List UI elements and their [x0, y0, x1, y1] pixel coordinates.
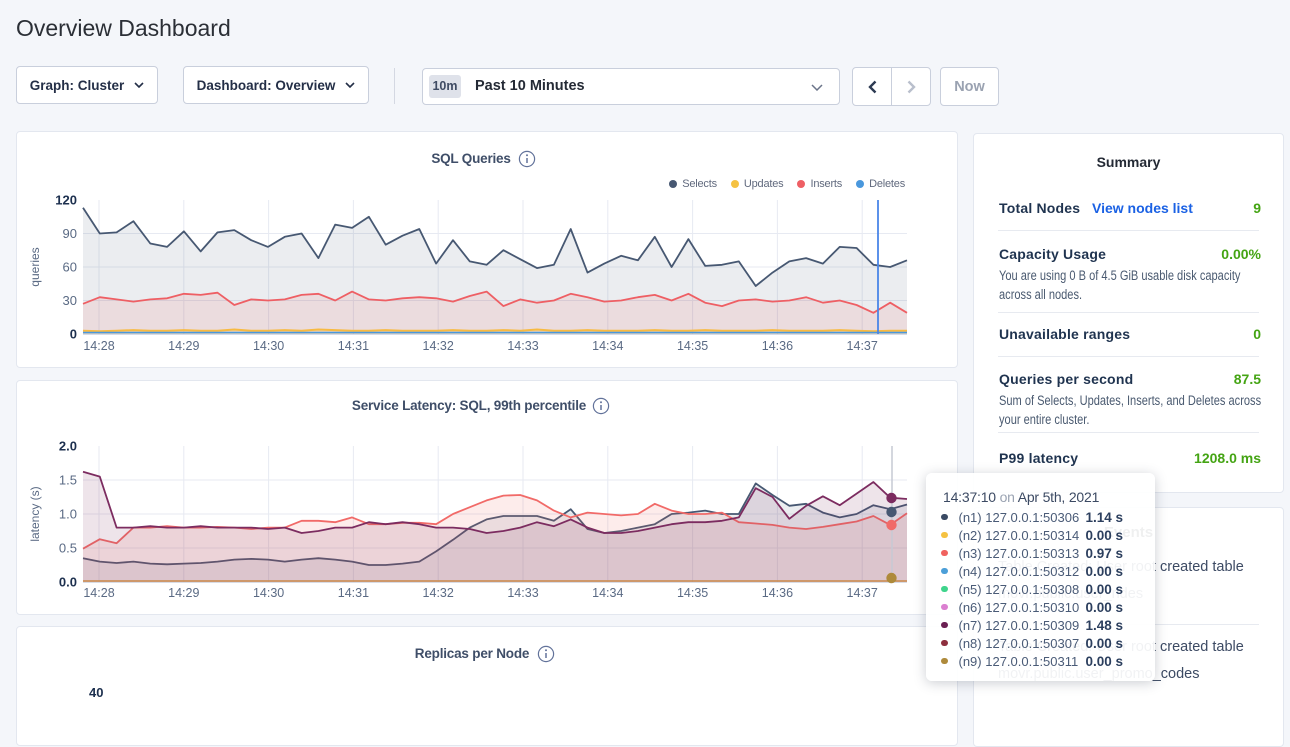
svg-text:0.5: 0.5: [59, 541, 77, 556]
svg-text:14:33: 14:33: [507, 339, 538, 353]
svg-text:14:31: 14:31: [338, 586, 369, 600]
svg-text:14:36: 14:36: [762, 586, 793, 600]
svg-text:14:32: 14:32: [423, 339, 454, 353]
svg-text:2.0: 2.0: [59, 439, 77, 454]
svg-text:1.5: 1.5: [59, 473, 77, 488]
svg-text:14:34: 14:34: [592, 339, 623, 353]
svg-text:14:37: 14:37: [847, 339, 878, 353]
svg-text:1.0: 1.0: [59, 507, 77, 522]
svg-text:14:28: 14:28: [83, 586, 114, 600]
svg-text:14:28: 14:28: [83, 339, 114, 353]
svg-text:14:32: 14:32: [423, 586, 454, 600]
svg-text:14:33: 14:33: [507, 586, 538, 600]
svg-text:14:29: 14:29: [168, 339, 199, 353]
svg-text:0.0: 0.0: [59, 575, 77, 590]
svg-text:latency (s): latency (s): [28, 486, 42, 541]
svg-text:120: 120: [55, 193, 77, 208]
svg-text:30: 30: [63, 293, 77, 308]
svg-text:14:34: 14:34: [592, 586, 623, 600]
svg-text:14:30: 14:30: [253, 586, 284, 600]
svg-text:90: 90: [63, 226, 77, 241]
svg-text:queries: queries: [28, 247, 42, 286]
svg-text:14:29: 14:29: [168, 586, 199, 600]
svg-text:60: 60: [63, 260, 77, 275]
svg-text:14:37: 14:37: [847, 586, 878, 600]
svg-text:14:30: 14:30: [253, 339, 284, 353]
svg-text:14:36: 14:36: [762, 339, 793, 353]
svg-text:14:35: 14:35: [677, 586, 708, 600]
svg-text:14:35: 14:35: [677, 339, 708, 353]
svg-text:0: 0: [70, 327, 77, 342]
svg-text:14:31: 14:31: [338, 339, 369, 353]
